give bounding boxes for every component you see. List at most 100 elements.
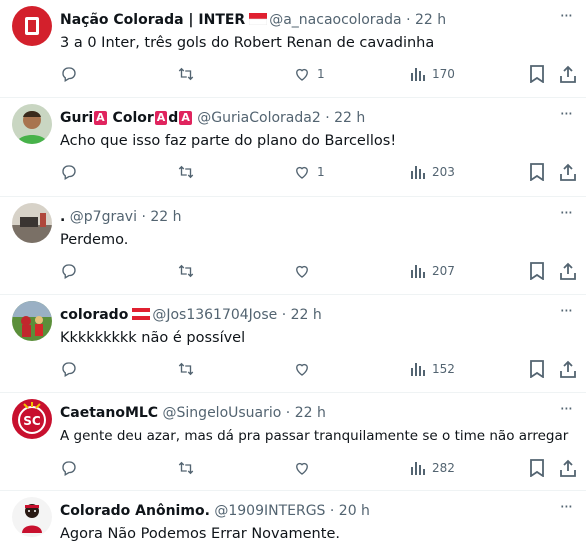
tweet-text: A gente deu azar, mas dá pra passar tran…: [60, 428, 569, 444]
more-options-icon[interactable]: ···: [560, 8, 573, 24]
flag-icon: [249, 13, 268, 25]
author-handle[interactable]: @GuriaColorada2: [197, 110, 320, 126]
views-button[interactable]: 207: [410, 261, 455, 281]
bookmark-button[interactable]: [529, 458, 545, 478]
name-emoji: A: [154, 111, 168, 125]
bookmark-icon: [530, 459, 544, 477]
timestamp[interactable]: 22 h: [334, 110, 365, 126]
retweet-button[interactable]: [176, 359, 196, 379]
timestamp[interactable]: 20 h: [339, 503, 370, 519]
avatar[interactable]: [12, 104, 52, 144]
retweet-icon: [178, 461, 194, 475]
heart-icon: [296, 166, 308, 179]
share-button[interactable]: [560, 261, 576, 281]
more-options-icon[interactable]: ···: [560, 106, 573, 122]
author-handle[interactable]: @SingeloUsuario: [163, 405, 282, 421]
author-name[interactable]: .: [60, 209, 65, 225]
share-icon: [560, 65, 576, 83]
share-button[interactable]: [560, 64, 576, 84]
heart-icon: [296, 265, 308, 278]
avatar[interactable]: [12, 203, 52, 243]
separator: ·: [325, 110, 330, 126]
retweet-icon: [178, 264, 194, 278]
tweet[interactable]: . @p7gravi · 22 h ··· Perdemo. 207: [0, 197, 586, 295]
author-name[interactable]: CaetanoMLC: [60, 405, 158, 421]
separator: ·: [141, 209, 146, 225]
like-button[interactable]: [293, 458, 311, 478]
avatar[interactable]: [12, 301, 52, 341]
like-button[interactable]: 1: [293, 162, 325, 182]
retweet-icon: [178, 362, 194, 376]
like-button[interactable]: 1: [293, 64, 325, 84]
author-handle[interactable]: @a_nacaocolorada: [269, 12, 401, 28]
views-button[interactable]: 170: [410, 64, 455, 84]
share-button[interactable]: [560, 359, 576, 379]
retweet-button[interactable]: [176, 64, 196, 84]
retweet-button[interactable]: [176, 162, 196, 182]
like-count: 1: [317, 165, 325, 179]
heart-icon: [296, 68, 308, 81]
bookmark-button[interactable]: [529, 261, 545, 281]
bookmark-button[interactable]: [529, 64, 545, 84]
tweet-actions: 207: [60, 261, 576, 281]
avatar[interactable]: [12, 497, 52, 537]
reply-button[interactable]: [60, 261, 78, 281]
avatar[interactable]: [12, 6, 52, 46]
author-handle[interactable]: @Jos1361704Jose: [152, 307, 277, 323]
name-emoji: A: [94, 111, 107, 125]
share-icon: [560, 163, 576, 181]
bookmark-icon: [530, 163, 544, 181]
views-icon: [411, 265, 425, 278]
views-button[interactable]: 203: [410, 162, 455, 182]
tweet-text: 3 a 0 Inter, três gols do Robert Renan d…: [60, 35, 435, 51]
author-handle[interactable]: @p7gravi: [70, 209, 137, 225]
tweet[interactable]: Colorado Anônimo. @1909INTERGS · 20 h ··…: [0, 491, 586, 554]
share-button[interactable]: [560, 458, 576, 478]
author-name[interactable]: Nação Colorada | INTER: [60, 12, 245, 28]
timestamp[interactable]: 22 h: [291, 307, 322, 323]
heart-icon: [296, 462, 308, 475]
author-handle[interactable]: @1909INTERGS: [214, 503, 325, 519]
more-options-icon[interactable]: ···: [560, 401, 573, 417]
heart-icon: [296, 363, 308, 376]
retweet-button[interactable]: [176, 458, 196, 478]
retweet-button[interactable]: [176, 261, 196, 281]
tweet-text: Perdemo.: [60, 232, 129, 248]
avatar[interactable]: SC: [12, 399, 52, 439]
reply-button[interactable]: [60, 458, 78, 478]
share-button[interactable]: [560, 162, 576, 182]
reply-icon: [62, 461, 76, 476]
views-button[interactable]: 152: [410, 359, 455, 379]
svg-text:SC: SC: [23, 414, 41, 428]
timestamp[interactable]: 22 h: [415, 12, 446, 28]
more-options-icon[interactable]: ···: [560, 499, 573, 515]
like-button[interactable]: [293, 359, 311, 379]
more-options-icon[interactable]: ···: [560, 205, 573, 221]
views-icon: [411, 166, 425, 179]
author-name[interactable]: Guri A Color Ad A: [60, 110, 193, 126]
tweet-actions: 1 203: [60, 162, 576, 182]
bookmark-button[interactable]: [529, 162, 545, 182]
retweet-icon: [178, 165, 194, 179]
bookmark-icon: [530, 65, 544, 83]
author-name[interactable]: Colorado Anônimo.: [60, 503, 210, 519]
reply-button[interactable]: [60, 64, 78, 84]
tweet[interactable]: Guri A Color Ad A @GuriaColorada2 · 22 h ··…: [0, 98, 586, 197]
timestamp[interactable]: 22 h: [150, 209, 181, 225]
reply-button[interactable]: [60, 162, 78, 182]
tweet-text: Agora Não Podemos Errar Novamente.: [60, 526, 340, 542]
author-name[interactable]: colorado: [60, 307, 128, 323]
tweet[interactable]: Nação Colorada | INTER @a_nacaocolorada ·…: [0, 0, 586, 98]
tweet[interactable]: SC CaetanoMLC @SingeloUsuario · 22 h ···…: [0, 393, 586, 491]
tweet[interactable]: colorado @Jos1361704Jose · 22 h ··· Kkkkk…: [0, 295, 586, 393]
reply-button[interactable]: [60, 359, 78, 379]
like-button[interactable]: [293, 261, 311, 281]
name-part: d: [168, 110, 179, 126]
timestamp[interactable]: 22 h: [295, 405, 326, 421]
tweet-actions: 1 170: [60, 64, 576, 84]
name-part: Color: [107, 110, 154, 126]
separator: ·: [329, 503, 335, 519]
views-button[interactable]: 282: [410, 458, 455, 478]
more-options-icon[interactable]: ···: [560, 303, 573, 319]
bookmark-button[interactable]: [529, 359, 545, 379]
